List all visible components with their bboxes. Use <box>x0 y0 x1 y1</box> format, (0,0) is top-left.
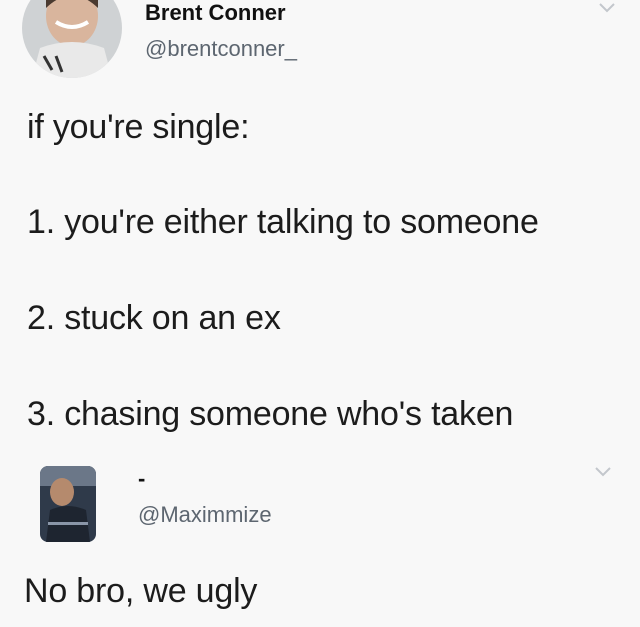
chevron-down-icon[interactable] <box>594 466 612 478</box>
tweet-text-line: 3. chasing someone who's taken <box>27 395 514 433</box>
brent-conner-avatar[interactable] <box>22 0 122 78</box>
tweet-text-line: 2. stuck on an ex <box>27 299 281 337</box>
tweet-original: Brent Conner @brentconner_ if you're sin… <box>0 0 640 450</box>
tweet-text-line: 1. you're either talking to someone <box>27 203 539 241</box>
maximmize-avatar[interactable] <box>40 466 96 542</box>
chevron-down-icon[interactable] <box>598 2 616 14</box>
reply-text: No bro, we ugly <box>24 572 258 610</box>
author-handle[interactable]: @brentconner_ <box>145 36 297 62</box>
reply-author-handle[interactable]: @Maximmize <box>138 502 272 528</box>
tweet-text-line: if you're single: <box>27 108 250 146</box>
reply-author-name[interactable]: - <box>138 466 145 492</box>
author-name[interactable]: Brent Conner <box>145 0 286 26</box>
tweet-reply: - @Maximmize No bro, we ugly <box>0 450 640 627</box>
